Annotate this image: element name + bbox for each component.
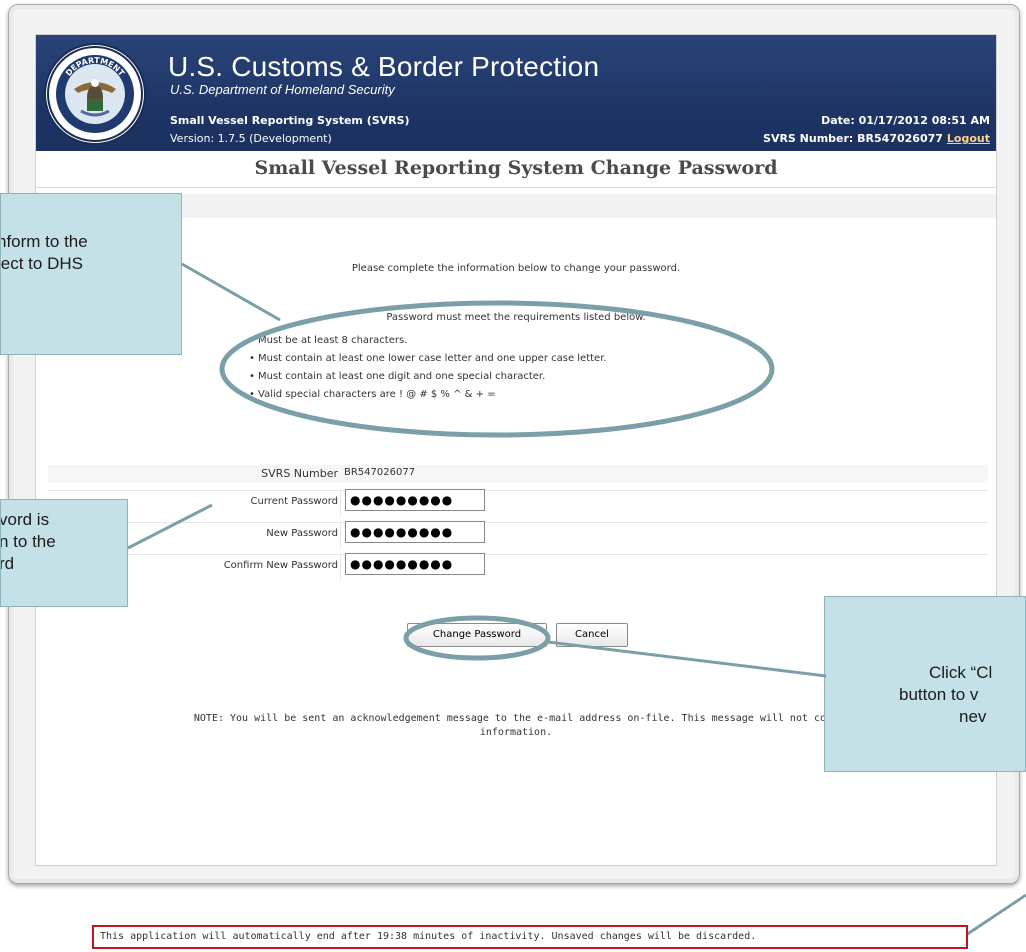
requirement-item: • Must contain at least one lower case le… <box>249 353 607 364</box>
agency-subtitle: U.S. Department of Homeland Security <box>170 82 395 97</box>
current-password-label: Current Password <box>250 496 338 507</box>
seal-icon: DEPARTMENT <box>47 46 143 142</box>
new-password-input[interactable] <box>345 521 485 543</box>
callout-current-password: vord is n to the rd <box>0 499 128 607</box>
requirement-item: • Must be at least 8 characters. <box>249 335 408 346</box>
change-password-form: SVRS Number BR547026077 Current Password… <box>48 465 988 580</box>
svrs-number-value: BR547026077 <box>344 467 416 478</box>
new-password-row: New Password <box>48 521 988 548</box>
requirement-item: • Valid special characters are ! @ # $ % … <box>249 389 496 400</box>
current-password-input[interactable] <box>345 489 485 511</box>
current-password-row: Current Password <box>48 489 988 516</box>
header-svrs-number: SVRS Number: BR547026077 Logout <box>763 132 990 145</box>
cancel-button[interactable]: Cancel <box>556 623 628 647</box>
change-password-button[interactable]: Change Password <box>407 623 547 647</box>
confirm-password-row: Confirm New Password <box>48 553 988 580</box>
new-password-label: New Password <box>266 528 338 539</box>
header-banner: DEPARTMENT U.S. Customs & Border Protect… <box>36 35 996 151</box>
system-version: Version: 1.7.5 (Development) <box>170 132 332 145</box>
title-divider <box>36 187 996 188</box>
confirm-password-input[interactable] <box>345 553 485 575</box>
inactivity-notice: This application will automatically end … <box>92 925 968 949</box>
confirm-password-label: Confirm New Password <box>223 560 338 571</box>
svrs-number-row: SVRS Number BR547026077 <box>48 465 988 483</box>
callout-leader-line <box>965 893 1026 937</box>
dhs-seal-logo: DEPARTMENT <box>46 45 144 143</box>
callout-password-rules: nform to the ject to DHS <box>0 193 182 355</box>
svrs-number-text: SVRS Number: BR547026077 <box>763 132 943 145</box>
requirements-list: • Must be at least 8 characters. • Must co… <box>249 332 607 404</box>
requirement-item: • Must contain at least one digit and one… <box>249 371 546 382</box>
logout-link[interactable]: Logout <box>947 132 990 145</box>
agency-title: U.S. Customs & Border Protection <box>168 51 600 82</box>
header-date: Date: 01/17/2012 08:51 AM <box>821 114 990 127</box>
svrs-number-label: SVRS Number <box>261 467 338 480</box>
system-name: Small Vessel Reporting System (SVRS) <box>170 114 410 127</box>
callout-change-button: Click “Cl button to v nev <box>824 596 1026 772</box>
page-title: Small Vessel Reporting System Change Pas… <box>254 157 778 179</box>
